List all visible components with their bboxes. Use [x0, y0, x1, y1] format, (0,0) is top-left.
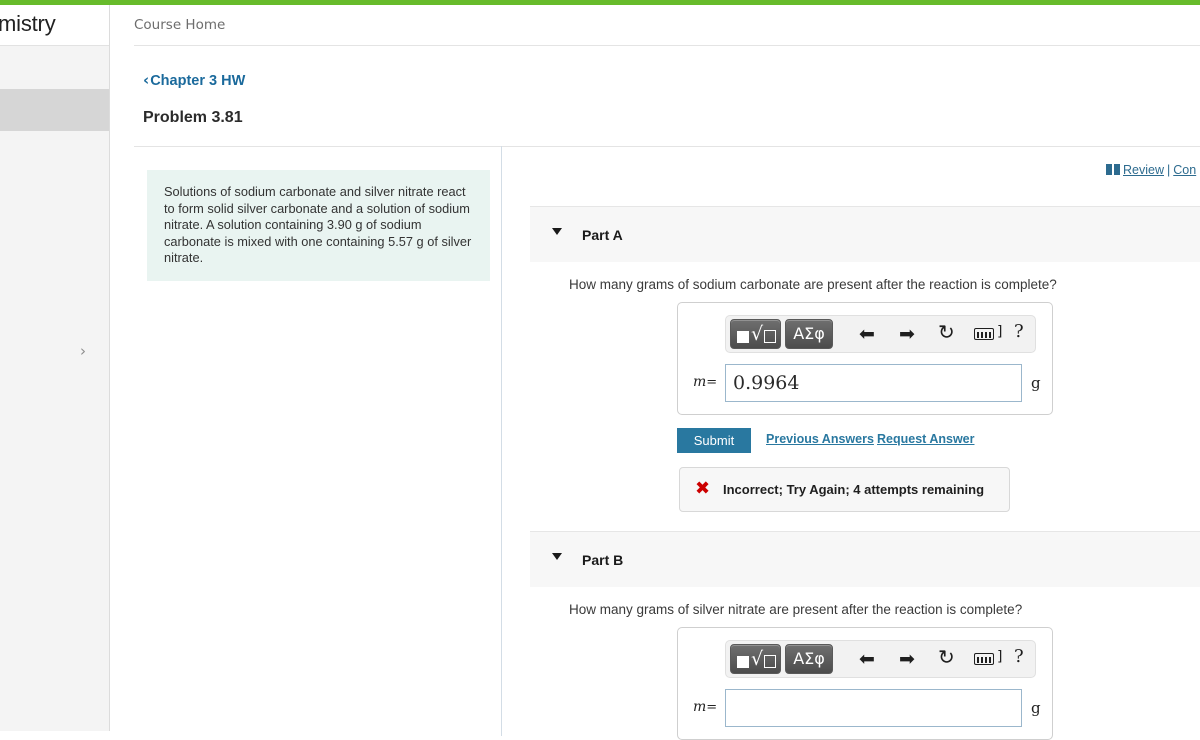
back-link-label: Chapter 3 HW [150, 73, 246, 89]
answer-row-a: m= g [678, 363, 1054, 405]
sidebar-expand-icon[interactable]: › [80, 342, 86, 360]
variable-label-b: m= [693, 699, 717, 715]
math-toolbar-b: √ ΑΣφ ⬅ ➡ ↻ ] ? [725, 640, 1036, 678]
answer-card-a: √ ΑΣφ ⬅ ➡ ↻ ] ? m= g [677, 302, 1053, 415]
variable-label-a: m= [693, 374, 717, 390]
feedback-box-a: ✖ Incorrect; Try Again; 4 attempts remai… [679, 467, 1010, 512]
caret-down-icon[interactable] [552, 228, 562, 235]
submit-button-a[interactable]: Submit [677, 428, 751, 453]
radical-box-icon [764, 330, 776, 343]
problem-statement-text: Solutions of sodium carbonate and silver… [164, 184, 472, 265]
constants-link[interactable]: Con [1173, 163, 1196, 177]
content-divider [134, 146, 1200, 147]
answer-input-a[interactable] [725, 364, 1022, 402]
redo-icon-b[interactable]: ➡ [899, 647, 915, 671]
math-toolbar-a: √ ΑΣφ ⬅ ➡ ↻ ] ? [725, 315, 1036, 353]
bracket-glyph-b: ] [997, 649, 1003, 665]
radical-icon: √ [751, 323, 764, 345]
sidebar-item-active[interactable] [0, 89, 109, 131]
reset-icon-b[interactable]: ↻ [938, 645, 955, 669]
answer-card-b: √ ΑΣφ ⬅ ➡ ↻ ] ? m= g [677, 627, 1053, 740]
radical-icon-b: √ [751, 648, 764, 670]
previous-answers-link-a[interactable]: Previous Answers [766, 432, 874, 446]
request-answer-link-a[interactable]: Request Answer [877, 432, 974, 446]
variable-symbol-a: m [693, 374, 707, 390]
sidebar-body [0, 131, 109, 731]
math-template-button-a[interactable]: √ [730, 319, 781, 349]
greek-symbols-button-b[interactable]: ΑΣφ [785, 644, 833, 674]
part-header-a[interactable]: Part A [530, 206, 1200, 262]
answer-row-b: m= g [678, 688, 1054, 730]
keyboard-icon-a[interactable] [974, 328, 994, 340]
variable-symbol-b: m [693, 699, 707, 715]
keyboard-icon-b[interactable] [974, 653, 994, 665]
page-title: Problem 3.81 [143, 109, 243, 126]
unit-label-a: g [1031, 374, 1041, 392]
caret-down-icon-b[interactable] [552, 553, 562, 560]
bracket-glyph-a: ] [997, 324, 1003, 340]
redo-icon-a[interactable]: ➡ [899, 322, 915, 346]
part-label-a: Part A [582, 227, 623, 243]
question-text-b: How many grams of silver nitrate are pre… [569, 602, 1023, 617]
brand-title: emistry [0, 11, 56, 36]
problem-statement-box: Solutions of sodium carbonate and silver… [147, 170, 490, 281]
breadcrumb-divider [134, 45, 1200, 46]
reset-icon-a[interactable]: ↻ [938, 320, 955, 344]
help-icon-b[interactable]: ? [1014, 646, 1024, 667]
part-label-b: Part B [582, 552, 624, 568]
review-separator: | [1167, 163, 1171, 177]
question-text-a: How many grams of sodium carbonate are p… [569, 277, 1057, 292]
equals-symbol-b: = [706, 700, 718, 715]
undo-icon-b[interactable]: ⬅ [859, 647, 875, 671]
error-x-icon: ✖ [695, 478, 711, 499]
breadcrumb[interactable]: Course Home [134, 17, 225, 33]
radical-box-icon-b [764, 655, 776, 668]
review-constants-row: Review | Con [1106, 163, 1196, 177]
part-header-b[interactable]: Part B [530, 531, 1200, 587]
square-glyph-icon-b [737, 656, 749, 668]
review-link[interactable]: Review [1123, 163, 1164, 177]
sidebar-brand[interactable]: emistry [0, 5, 109, 46]
column-divider [501, 146, 502, 736]
square-glyph-icon [737, 331, 749, 343]
chevron-left-icon: ‹ [143, 71, 150, 89]
left-sidebar: emistry › [0, 5, 110, 731]
help-icon-a[interactable]: ? [1014, 321, 1024, 342]
unit-label-b: g [1031, 699, 1041, 717]
sidebar-item-generic[interactable] [0, 47, 109, 89]
book-icon [1106, 164, 1120, 175]
greek-symbols-button-a[interactable]: ΑΣφ [785, 319, 833, 349]
answer-input-b[interactable] [725, 689, 1022, 727]
feedback-message: Incorrect; Try Again; 4 attempts remaini… [723, 482, 985, 497]
back-to-assignment-link[interactable]: ‹Chapter 3 HW [143, 71, 245, 89]
math-template-button-b[interactable]: √ [730, 644, 781, 674]
equals-symbol-a: = [706, 375, 718, 390]
undo-icon-a[interactable]: ⬅ [859, 322, 875, 346]
main-content: Course Home ‹Chapter 3 HW Problem 3.81 S… [111, 5, 1200, 740]
